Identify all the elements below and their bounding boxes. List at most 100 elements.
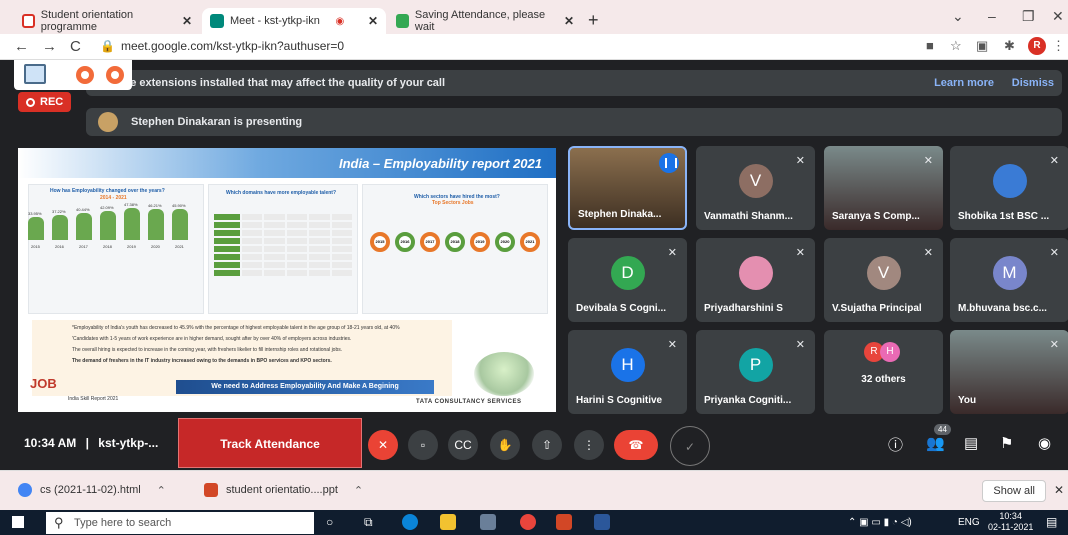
download-item[interactable]: cs (2021-11-02).html ⌃ [18,483,166,497]
close-tab-icon[interactable]: ✕ [174,14,192,28]
more-options-icon[interactable]: ⋮ [574,430,604,460]
profile-avatar[interactable]: R [1028,37,1046,55]
computer-icon[interactable] [24,64,46,84]
chrome-icon[interactable] [520,514,536,530]
task-view-icon[interactable]: ⧉ [364,515,373,530]
host-controls-icon[interactable]: ◉ [1038,434,1051,452]
panel1-title: How has Employability changed over the y… [50,188,165,194]
chevron-up-icon[interactable]: ⌃ [354,484,363,497]
tab-student-orientation[interactable]: Student orientation programme ✕ [14,8,200,34]
speaking-indicator-icon [659,153,679,173]
new-tab-icon[interactable]: + [588,10,599,31]
extension-b-icon[interactable] [106,66,124,84]
chevron-up-icon[interactable]: ⌃ [157,484,166,497]
participant-tile[interactable]: ✕ Shobika 1st BSC ... [950,146,1068,230]
minimize-icon[interactable]: – [988,8,996,24]
mic-muted-icon: ✕ [795,247,805,259]
bar-year-label: 2021 [175,244,184,249]
menu-icon[interactable]: ⋮ [1052,38,1065,54]
raise-hand-icon[interactable]: ✋ [490,430,520,460]
url-field[interactable]: 🔒 meet.google.com/kst-ytkp-ikn?authuser=0 [100,39,344,53]
camera-icon[interactable]: ■ [926,38,934,53]
extension-a-icon[interactable] [76,66,94,84]
participant-tile[interactable]: P ✕ Priyanka Cogniti... [696,330,815,414]
powerpoint-icon[interactable] [556,514,572,530]
info-icon[interactable]: ⓘ [888,434,903,455]
notifications-icon[interactable]: ▤ [1046,515,1057,529]
mic-off-icon[interactable]: ✕ [368,430,398,460]
timeline-year-circle: 2019 [470,232,490,252]
tab-meet[interactable]: Meet - kst-ytkp-ikn ◉ ✕ [202,8,386,34]
taskbar-search[interactable]: Type here to search [46,512,314,534]
participant-name: Devibala S Cogni... [576,303,667,314]
people-icon[interactable]: 👥 [926,434,945,452]
participant-tile[interactable]: M ✕ M.bhuvana bsc.c... [950,238,1068,322]
participant-tile[interactable]: V ✕ Vanmathi Shanm... [696,146,815,230]
participant-avatar: V [738,164,773,198]
back-icon[interactable]: ← [14,38,29,55]
windows-start-icon[interactable] [12,516,24,528]
dismiss-button[interactable]: Dismiss [1012,77,1054,89]
participant-tile[interactable]: ✕ Priyadharshini S [696,238,815,322]
participant-tile[interactable]: H ✕ Harini S Cognitive [568,330,687,414]
participant-tile[interactable]: Stephen Dinaka... [568,146,687,230]
timeline-year-circle: 2021 [520,232,540,252]
bar-value-label: 37.22% [52,208,66,214]
forward-icon[interactable]: → [42,38,57,55]
close-tab-icon[interactable]: ✕ [360,14,378,28]
clock-date: 02-11-2021 [988,522,1034,532]
captions-icon[interactable]: CC [448,430,478,460]
chat-icon[interactable]: ▤ [964,434,978,452]
job-label: JOB [30,376,57,391]
show-all-button[interactable]: Show all [982,480,1046,502]
timeline-year-circle: 2017 [420,232,440,252]
present-icon[interactable]: ⇧ [532,430,562,460]
meet-icon [210,14,224,28]
lock-icon: 🔒 [100,39,115,53]
language-indicator[interactable]: ENG [958,517,980,528]
edge-icon[interactable] [402,514,418,530]
participant-tile[interactable]: ✕ Saranya S Comp... [824,146,943,230]
presenting-bar: Stephen Dinakaran is presenting [86,108,1062,136]
taskbar-clock[interactable]: 10:34 02-11-2021 [988,511,1033,533]
puzzle-icon[interactable]: ✱ [1004,38,1015,54]
camera-button-icon[interactable]: ▫ [408,430,438,460]
app-icon[interactable] [480,514,496,530]
close-downloads-icon[interactable]: ✕ [1054,483,1064,497]
bookmark-star-icon[interactable]: ☆ [950,38,962,54]
track-attendance-button[interactable]: Track Attendance [178,418,362,468]
participant-avatar: H [610,348,645,382]
extension-icon[interactable]: ▣ [976,38,988,54]
profile-picture [738,256,773,290]
tab-saving-attendance[interactable]: Saving Attendance, please wait ✕ [388,8,582,34]
activities-icon[interactable]: ⚑ [1000,434,1013,452]
participant-avatar: P [738,348,773,382]
participant-tile[interactable]: D ✕ Devibala S Cogni... [568,238,687,322]
maximize-icon[interactable]: ❐ [1022,8,1035,25]
participant-tile[interactable]: V ✕ V.Sujatha Principal [824,238,943,322]
profile-picture [992,164,1027,198]
mic-muted-icon: ✕ [923,155,933,167]
participant-tile[interactable]: ✕ You [950,330,1068,414]
panel1-subtitle: 2014 - 2021 [100,195,127,201]
tab-search-icon[interactable]: ⌄ [952,8,964,25]
address-bar: ← → C 🔒 meet.google.com/kst-ytkp-ikn?auth… [0,34,1068,60]
participant-tile[interactable]: R H 32 others [824,330,943,414]
tab-label: Student orientation programme [40,9,134,33]
participant-name: Shobika 1st BSC ... [958,211,1050,222]
check-icon[interactable]: ✓ [670,426,710,466]
recording-badge: REC [18,92,72,112]
employability-bar [100,211,116,240]
end-call-icon[interactable]: ☎ [614,430,658,460]
bar-value-label: 42.09% [100,205,114,211]
download-item[interactable]: student orientatio....ppt ⌃ [204,483,363,497]
tray-icons[interactable]: ⌃ ▣ ▭ ▮ ◔ ◁) [848,517,912,528]
learn-more-link[interactable]: Learn more [934,77,994,89]
close-tab-icon[interactable]: ✕ [556,14,574,28]
participant-name: Harini S Cognitive [576,395,663,406]
file-explorer-icon[interactable] [440,514,456,530]
close-window-icon[interactable]: ✕ [1052,8,1064,25]
word-icon[interactable] [594,514,610,530]
cortana-icon[interactable]: ○ [326,515,333,529]
reload-icon[interactable]: C [70,38,81,55]
